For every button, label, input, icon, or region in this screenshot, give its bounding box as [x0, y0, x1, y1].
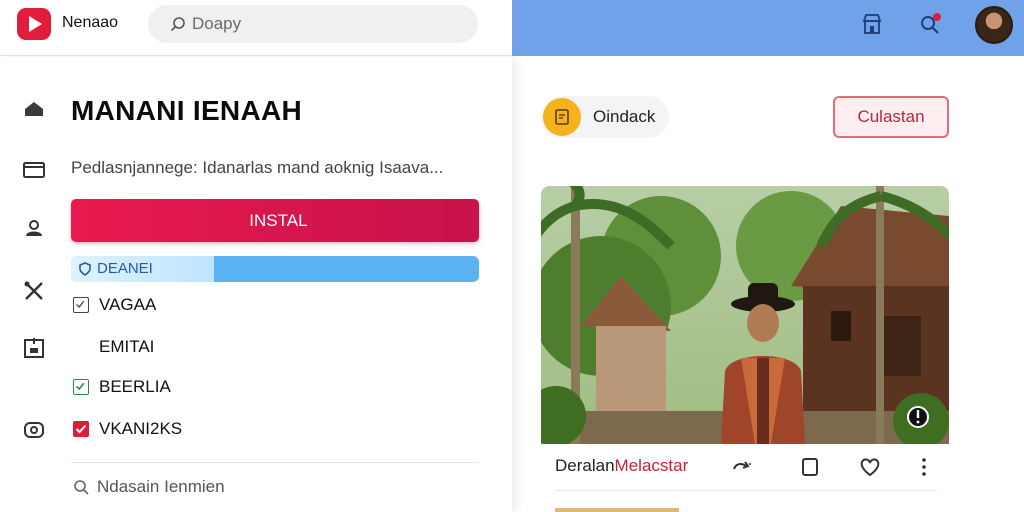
option-beerlia[interactable]: BEERLIA — [73, 376, 171, 398]
card-divider — [555, 490, 937, 491]
option-label: VKANI2KS — [99, 419, 183, 438]
bottom-search[interactable]: Ndasain Ienmien — [73, 477, 225, 497]
document-icon — [543, 98, 581, 136]
top-bar-right — [512, 0, 1024, 56]
page-description: Pedlasnjannege: Idanarlas mand aoknig Is… — [71, 158, 444, 177]
option-vagaa[interactable]: VAGAA — [73, 294, 156, 316]
oindack-chip[interactable]: Oindack — [541, 96, 670, 138]
card-title-main: Deralan — [555, 456, 615, 475]
calendar-icon[interactable] — [22, 336, 46, 360]
card-footer-bar — [555, 508, 679, 512]
search-bar[interactable] — [148, 5, 478, 43]
heart-icon[interactable] — [859, 456, 881, 478]
logo-icon[interactable] — [16, 7, 52, 41]
card-title: DeralanMelacstar — [555, 456, 688, 476]
camera-icon[interactable] — [22, 418, 46, 442]
checkbox-checked-green[interactable] — [73, 379, 89, 395]
search-icon — [170, 17, 185, 32]
top-bar: Nenaao — [0, 0, 1024, 56]
option-emitai[interactable]: EMITAI — [99, 336, 154, 358]
search-notification-icon[interactable] — [918, 12, 942, 36]
tools-icon[interactable] — [22, 279, 46, 303]
village-photo[interactable] — [541, 186, 949, 444]
install-button[interactable]: INSTAL — [71, 199, 479, 242]
bottom-search-label: Ndasain Ienmien — [97, 477, 225, 496]
checkbox-checked-red[interactable] — [73, 421, 89, 437]
option-vkani2ks[interactable]: VKANI2KS — [73, 418, 182, 440]
search-input[interactable] — [192, 14, 432, 34]
progress-bar: DEANEI — [71, 256, 479, 282]
bag-icon[interactable] — [22, 97, 46, 121]
more-icon[interactable] — [913, 456, 935, 478]
option-label: EMITAI — [99, 337, 155, 356]
avatar[interactable] — [975, 6, 1013, 44]
shield-icon — [79, 262, 91, 276]
left-panel: MANANI IENAAH Pedlasnjannege: Idanarlas … — [0, 57, 512, 512]
media-card[interactable]: DeralanMelacstar — [541, 186, 949, 512]
option-label: VAGAA — [99, 295, 157, 314]
user-icon[interactable] — [22, 216, 46, 240]
progress-label: DEANEI — [97, 260, 153, 277]
divider — [71, 462, 479, 463]
culastan-button[interactable]: Culastan — [833, 96, 949, 138]
bookmark-icon[interactable] — [799, 456, 821, 478]
card-title-accent: Melacstar — [614, 456, 689, 475]
page-title: MANANI IENAAH — [71, 95, 303, 126]
window-icon[interactable] — [22, 158, 46, 182]
search-icon — [74, 480, 89, 495]
checkbox-unchecked[interactable] — [73, 297, 89, 313]
share-icon[interactable] — [731, 456, 753, 478]
top-bar-left: Nenaao — [0, 0, 512, 56]
store-icon[interactable] — [860, 12, 884, 36]
option-label: BEERLIA — [99, 377, 171, 396]
chip-label: Oindack — [593, 107, 656, 126]
app-name: Nenaao — [62, 14, 119, 31]
